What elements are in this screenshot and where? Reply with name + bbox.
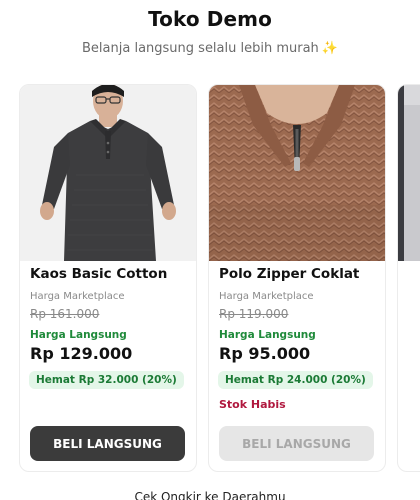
marketplace-price: Rp 119.000 <box>219 307 289 321</box>
marketplace-price-label: Harga Marketplace <box>30 291 125 302</box>
product-image[interactable] <box>398 85 420 261</box>
page-title: Toko Demo <box>148 7 272 31</box>
direct-price: Rp 129.000 <box>30 344 133 363</box>
product-image[interactable] <box>20 85 196 261</box>
direct-price-label: Harga Langsung <box>30 329 127 341</box>
marketplace-price: Rp 161.000 <box>30 307 100 321</box>
direct-price: Rp 95.000 <box>219 344 311 363</box>
direct-price-label: Harga Langsung <box>219 329 316 341</box>
out-of-stock-label: Stok Habis <box>219 398 286 411</box>
brown-zipper-polo-icon <box>209 85 385 261</box>
savings-badge: Hemat Rp 24.000 (20%) <box>218 371 373 389</box>
product-carousel[interactable]: Kaos Basic Cotton Harga Marketplace Rp 1… <box>0 84 420 472</box>
product-image[interactable] <box>209 85 385 261</box>
product-photo-icon <box>398 85 420 261</box>
product-card[interactable]: Polo Zipper Coklat Harga Marketplace Rp … <box>208 84 386 472</box>
product-name[interactable]: Kaos Basic Cotton <box>30 266 167 282</box>
subtitle-text: Belanja langsung selalu lebih murah <box>82 41 319 56</box>
buy-now-button[interactable]: BELI LANGSUNG <box>30 426 185 461</box>
product-card[interactable]: Kaos Basic Cotton Harga Marketplace Rp 1… <box>19 84 197 472</box>
model-gray-polo-icon <box>20 85 196 261</box>
check-shipping-link[interactable]: Cek Ongkir ke Daerahmu <box>0 490 420 500</box>
savings-badge: Hemat Rp 32.000 (20%) <box>29 371 184 389</box>
product-card-partial[interactable] <box>397 84 420 472</box>
marketplace-price-label: Harga Marketplace <box>219 291 314 302</box>
sparkle-icon: ✨ <box>321 41 338 56</box>
product-name[interactable]: Polo Zipper Coklat <box>219 266 359 282</box>
page-subtitle: Belanja langsung selalu lebih murah ✨ <box>0 41 420 56</box>
buy-now-button-disabled: BELI LANGSUNG <box>219 426 374 461</box>
